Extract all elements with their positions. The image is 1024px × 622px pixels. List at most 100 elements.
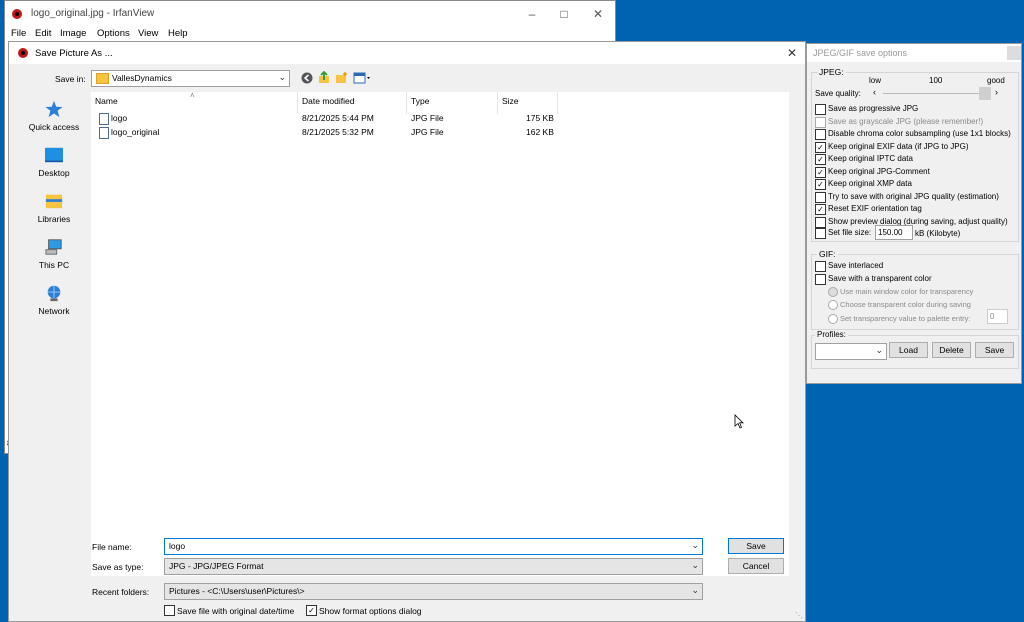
radio-palette-entry-label: Set transparency value to palette entry: [840,314,971,323]
radio-main-window-color-label: Use main window color for transparency [840,287,974,296]
place-label: Network [38,306,70,316]
sort-ascending-icon: ˄ [190,91,195,100]
irfanview-titlebar[interactable]: logo_original.jpg - IrfanView – □ ✕ [5,1,615,27]
menu-options[interactable]: Options [97,28,130,39]
options-close-button[interactable] [1007,46,1021,60]
quality-slider-thumb[interactable] [979,87,991,100]
file-row[interactable]: logo 8/21/2025 5:44 PM JPG File 175 KB [91,112,561,126]
save-button[interactable]: Save [728,538,784,554]
place-label: Desktop [38,168,70,178]
dialog-close-button[interactable]: ✕ [783,44,801,62]
column-size[interactable]: Size [502,96,519,106]
radio-palette-entry[interactable] [828,314,838,324]
chevron-down-icon: ⌄ [278,72,286,82]
place-quick-access[interactable]: Quick access [19,100,89,132]
chevron-down-icon: ⌄ [691,540,699,550]
menu-file[interactable]: File [11,28,26,39]
gif-interlaced-checkbox[interactable] [815,261,826,272]
menu-help[interactable]: Help [168,28,188,39]
column-date[interactable]: Date modified [302,96,354,106]
up-folder-icon[interactable] [318,71,330,84]
place-libraries[interactable]: Libraries [19,192,89,224]
file-list[interactable]: ˄ Name Date modified Type Size logo 8/21… [91,91,789,576]
file-name-input[interactable]: logo ⌄ [164,538,703,555]
slider-left-icon[interactable]: ‹ [873,87,876,97]
menu-edit[interactable]: Edit [35,28,51,39]
file-type: JPG File [411,113,444,123]
new-folder-icon[interactable] [335,71,348,84]
jpeg-option-checkbox[interactable]: ✓ [815,154,826,165]
file-size-input[interactable]: 150.00 [875,225,913,240]
star-icon [45,100,63,118]
profiles-save-button[interactable]: Save [975,342,1014,358]
column-divider[interactable] [297,92,298,114]
show-format-options-checkbox[interactable]: ✓ [306,605,317,616]
file-name-label: File name: [92,542,132,552]
libraries-icon [45,194,63,209]
chevron-down-icon: ⌄ [691,585,699,595]
jpeg-option-row: ✓ Keep original EXIF data (if JPG to JPG) [815,141,1020,153]
radio-main-window-color[interactable] [828,287,838,297]
save-as-type-dropdown[interactable]: JPG - JPG/JPEG Format ⌄ [164,558,703,575]
menu-image[interactable]: Image [60,28,86,39]
file-name-value: logo [169,541,186,551]
profiles-dropdown[interactable]: ⌄ [815,343,887,360]
file-size-unit: kB (Kilobyte) [915,229,961,238]
jpeg-option-checkbox[interactable] [815,191,826,203]
gif-transparent-row: Save with a transparent color [815,273,1015,285]
jpeg-option-checkbox[interactable] [815,104,826,115]
desktop-icon [45,147,63,163]
irfanview-title: logo_original.jpg - IrfanView [31,8,155,19]
column-divider[interactable] [406,92,407,114]
jpeg-option-checkbox[interactable] [815,216,826,228]
cancel-button[interactable]: Cancel [728,558,784,574]
view-menu-icon[interactable] [353,72,373,84]
dialog-titlebar[interactable]: Save Picture As ... ✕ [9,42,805,64]
radio-choose-color[interactable] [828,300,838,310]
jpeg-option-row: ✓ Keep original XMP data [815,178,1020,190]
place-desktop[interactable]: Desktop [19,146,89,178]
gif-transparent-checkbox[interactable] [815,274,826,285]
column-type[interactable]: Type [411,96,429,106]
jpeg-option-checkbox[interactable]: ✓ [815,204,826,215]
set-file-size-checkbox[interactable] [815,228,826,239]
jpeg-option-checkbox[interactable] [815,129,826,140]
file-date: 8/21/2025 5:32 PM [302,127,374,137]
show-format-options-label: Show format options dialog [319,606,422,616]
profiles-label: Profiles: [815,330,848,339]
options-titlebar[interactable]: JPEG/GIF save options [807,44,1021,62]
back-icon[interactable] [301,72,313,84]
load-button[interactable]: Load [889,342,928,358]
save-in-dropdown[interactable]: VallesDynamics ⌄ [91,70,290,87]
jpeg-option-checkbox[interactable]: ✓ [815,166,826,178]
gif-transparent-label: Save with a transparent color [828,274,932,283]
quality-slider-track[interactable] [883,93,991,94]
menu-view[interactable]: View [138,28,158,39]
jpeg-option-row: Show preview dialog (during saving, adju… [815,216,1020,228]
jpeg-option-row: Save as grayscale JPG (please remember!) [815,116,1020,128]
gif-interlaced-label: Save interlaced [828,261,884,270]
jpeg-option-checkbox[interactable]: ✓ [815,141,826,153]
column-divider[interactable] [557,92,558,114]
slider-right-icon[interactable]: › [995,87,998,97]
delete-button[interactable]: Delete [932,342,971,358]
close-button[interactable]: ✕ [583,5,613,23]
jpg-file-icon [99,127,109,139]
jpeg-option-checkbox[interactable] [815,116,826,128]
palette-entry-input[interactable]: 0 [987,309,1008,324]
original-date-checkbox[interactable] [164,605,175,616]
maximize-button[interactable]: □ [549,5,579,23]
minimize-button[interactable]: – [517,5,547,23]
save-in-label: Save in: [55,74,86,84]
file-row[interactable]: logo_original 8/21/2025 5:32 PM JPG File… [91,126,561,140]
jpg-file-icon [99,113,109,125]
save-quality-label: Save quality: [815,89,861,98]
place-this-pc[interactable]: This PC [19,238,89,270]
jpeg-option-checkbox[interactable]: ✓ [815,179,826,190]
resize-grip-icon[interactable]: ⋱ [795,611,803,620]
column-name[interactable]: Name [95,96,118,106]
jpeg-option-label: Save as progressive JPG [828,104,919,113]
column-divider[interactable] [497,92,498,114]
recent-folders-dropdown[interactable]: Pictures - <C:\Users\user\Pictures\> ⌄ [164,583,703,600]
place-network[interactable]: Network [19,284,89,316]
